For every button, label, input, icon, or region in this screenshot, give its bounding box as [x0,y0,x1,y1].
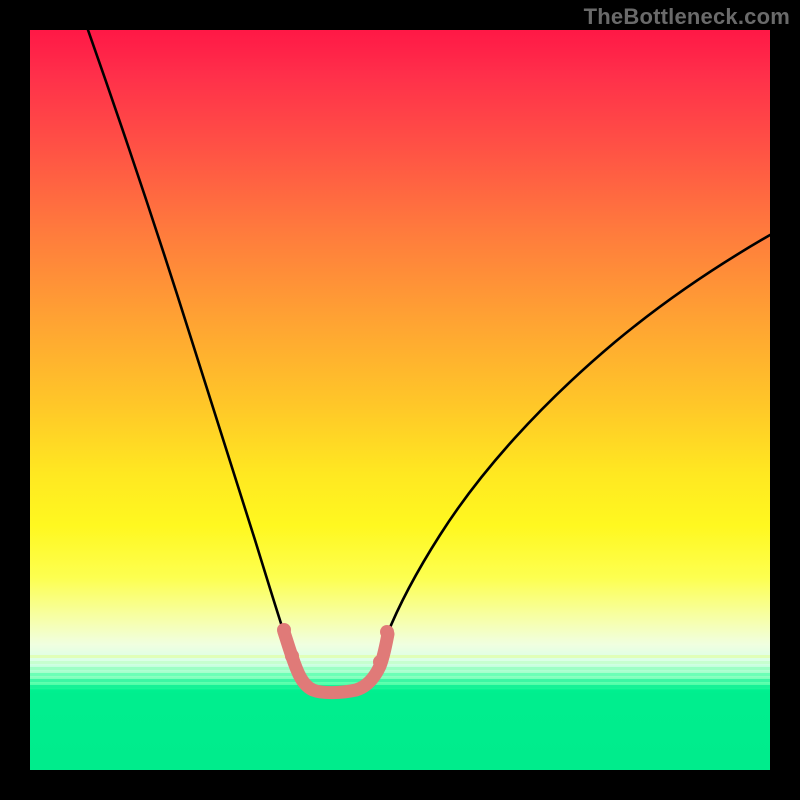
band-6 [30,685,770,688]
band-4 [30,673,770,676]
band-2 [30,661,770,664]
band-3 [30,667,770,670]
plot-area [30,30,770,770]
spectrum-gradient [30,30,770,770]
band-1 [30,655,770,658]
chart-stage: TheBottleneck.com [0,0,800,800]
watermark-text: TheBottleneck.com [584,4,790,30]
band-5 [30,679,770,682]
